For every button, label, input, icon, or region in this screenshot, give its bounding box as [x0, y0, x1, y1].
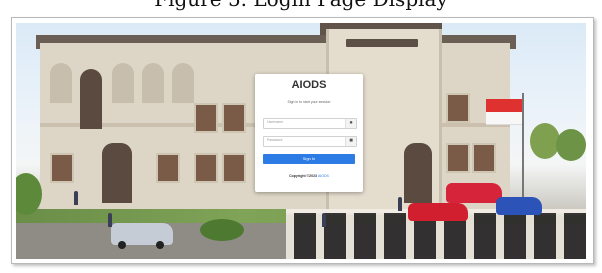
- building-arch: [172, 63, 194, 103]
- person: [398, 197, 402, 211]
- car-red: [446, 183, 502, 203]
- building-window: [472, 143, 496, 173]
- person: [74, 191, 78, 205]
- flagpole: [522, 93, 524, 213]
- tree: [556, 129, 586, 161]
- building-sign: [346, 39, 418, 47]
- car-red: [408, 203, 468, 221]
- building-entrance: [102, 143, 132, 203]
- building-window: [50, 153, 74, 183]
- person: [322, 213, 326, 227]
- user-icon: ●: [345, 119, 356, 128]
- username-input[interactable]: Username ●: [263, 118, 357, 129]
- building-window: [194, 153, 218, 183]
- building-arch: [50, 63, 72, 103]
- password-input[interactable]: Password ■: [263, 136, 357, 147]
- sign-in-button[interactable]: Sign In: [263, 154, 355, 164]
- building-window: [222, 103, 246, 133]
- shrub: [200, 219, 244, 241]
- figure-caption-fragment: Figure 5. Login Page Display: [0, 0, 602, 9]
- person: [108, 213, 112, 227]
- copyright-link[interactable]: AIODS: [318, 174, 329, 178]
- building-window: [446, 93, 470, 123]
- password-placeholder: Password: [267, 138, 283, 142]
- tower-entrance: [404, 143, 432, 203]
- building-window: [156, 153, 180, 183]
- building-arch: [112, 63, 134, 103]
- building-window: [222, 153, 246, 183]
- username-placeholder: Username: [267, 120, 284, 124]
- lock-icon: ■: [345, 137, 356, 146]
- flag-red-band: [486, 99, 522, 112]
- copyright-text: Copyright ©2023 AIODS: [255, 174, 363, 178]
- car-wheel: [118, 241, 126, 249]
- login-subtitle: Sign in to start your session: [287, 100, 331, 104]
- building-window: [446, 143, 470, 173]
- building-arch: [142, 63, 164, 103]
- building-arch: [80, 69, 102, 129]
- flag-white-band: [486, 112, 522, 125]
- building-window: [194, 103, 218, 133]
- login-title: AIODS: [291, 79, 327, 91]
- car-wheel: [156, 241, 164, 249]
- car-blue: [496, 197, 542, 215]
- copyright-prefix: Copyright ©2023: [289, 174, 317, 178]
- login-card: AIODS Sign in to start your session User…: [255, 74, 363, 192]
